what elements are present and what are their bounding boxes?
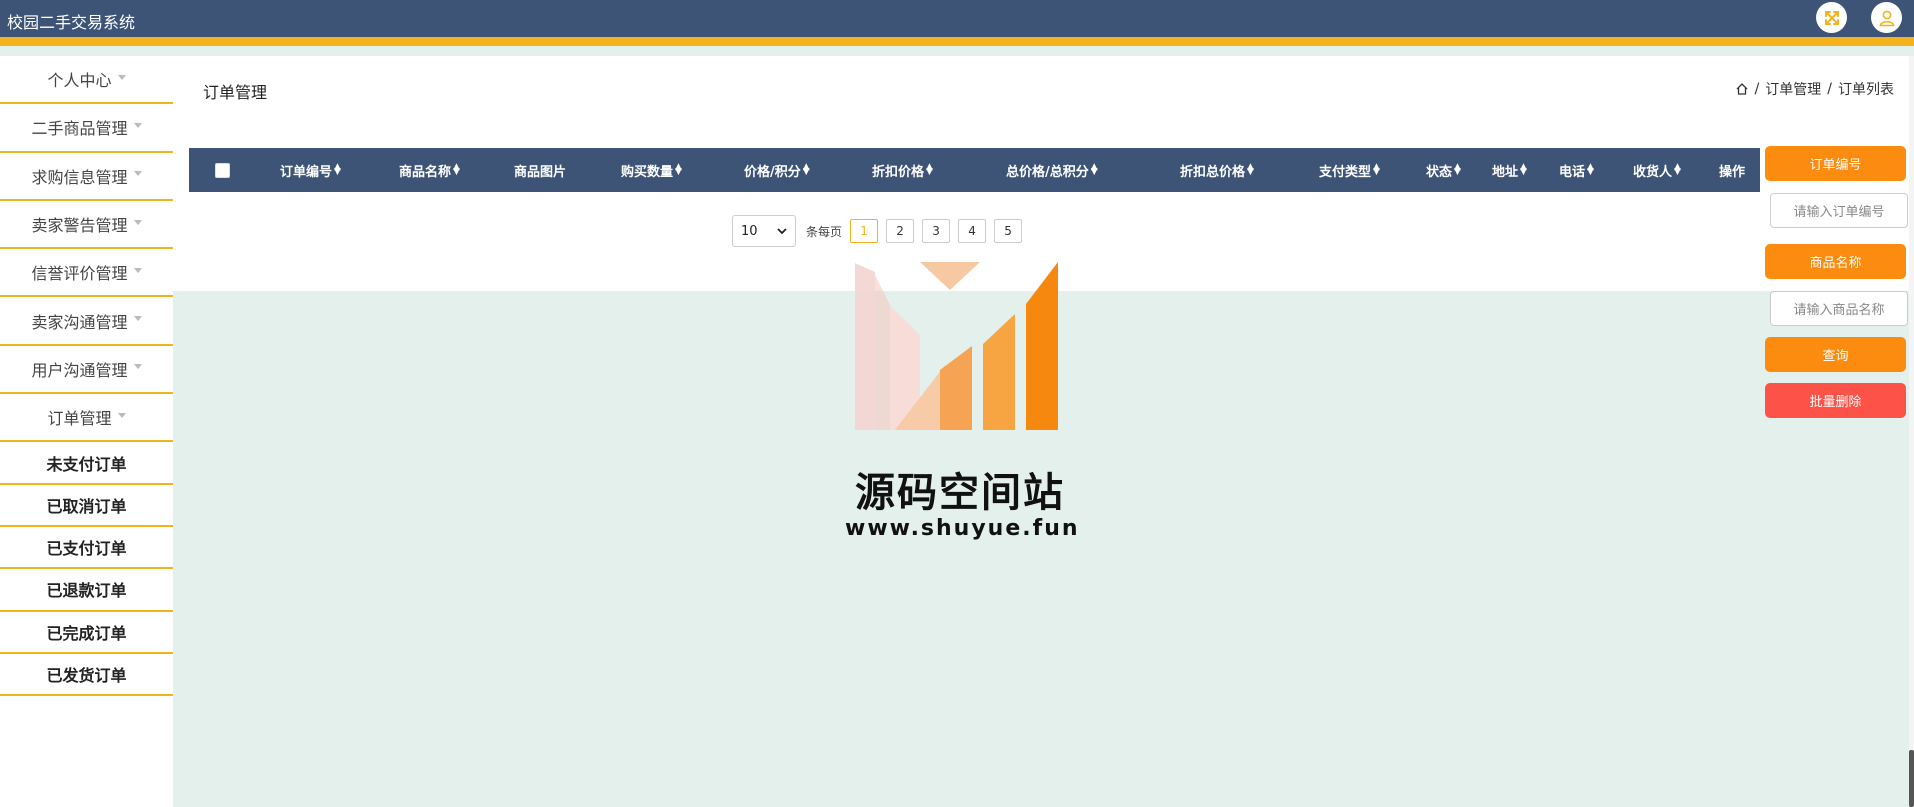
- page-title: 订单管理: [203, 83, 268, 102]
- caret-down-icon: [133, 267, 142, 273]
- fullscreen-icon[interactable]: [1816, 2, 1847, 33]
- sidebar-item-personal-center[interactable]: 个人中心: [0, 56, 173, 105]
- sidebar-subitem-refunded[interactable]: 已退款订单: [0, 569, 173, 612]
- sidebar-item-product-management[interactable]: 二手商品管理: [0, 104, 173, 153]
- sidebar: 个人中心 二手商品管理 求购信息管理 卖家警告管理 信誉评价管理 卖家沟通管理 …: [0, 56, 173, 807]
- breadcrumb: / 订单管理 / 订单列表: [1735, 79, 1894, 99]
- sort-icon: ▲ ▼: [1454, 162, 1461, 177]
- column-header[interactable]: 购买数量 ▲ ▼: [621, 148, 682, 192]
- breadcrumb-item: 订单列表: [1838, 82, 1894, 98]
- column-header[interactable]: 商品名称 ▲ ▼: [399, 148, 460, 192]
- breadcrumb-separator: /: [1827, 81, 1832, 97]
- sort-icon: ▲ ▼: [926, 162, 933, 177]
- sort-icon: ▲ ▼: [334, 162, 341, 177]
- batch-delete-button[interactable]: 批量删除: [1765, 383, 1906, 418]
- user-icon[interactable]: [1871, 2, 1902, 33]
- sidebar-item-credit-review[interactable]: 信誉评价管理: [0, 249, 173, 298]
- sort-icon: ▲ ▼: [1587, 162, 1594, 177]
- sidebar-item-label: 卖家警告管理: [31, 216, 128, 236]
- column-header[interactable]: 支付类型 ▲ ▼: [1319, 148, 1380, 192]
- column-header[interactable]: 地址 ▲ ▼: [1492, 148, 1527, 192]
- table-header: 订单编号 ▲ ▼ 商品名称 ▲ ▼ 商品图片 购买数量 ▲ ▼ 价格/积分 ▲ ▼ 折扣价格 ▲ ▼…: [189, 148, 1760, 192]
- sidebar-item-label: 二手商品管理: [31, 119, 128, 139]
- watermark-title: 源码空间站: [855, 470, 1065, 516]
- sort-icon: ▲ ▼: [453, 162, 460, 177]
- chevron-down-icon: [777, 228, 787, 235]
- top-accent-bar: [0, 37, 1914, 46]
- sidebar-subitem-completed[interactable]: 已完成订单: [0, 612, 173, 654]
- sidebar-item-user-chat[interactable]: 用户沟通管理: [0, 346, 173, 395]
- pagination: 10 条每页 1 2 3 4 5: [732, 215, 1023, 247]
- breadcrumb-separator: /: [1754, 81, 1760, 97]
- caret-down-icon: [133, 171, 142, 177]
- column-header[interactable]: 收货人 ▲ ▼: [1633, 148, 1681, 192]
- sidebar-subitem-unpaid[interactable]: 未支付订单: [0, 442, 173, 485]
- sidebar-subitem-paid[interactable]: 已支付订单: [0, 527, 173, 570]
- page-button[interactable]: 2: [886, 219, 915, 243]
- sidebar-item-order-management[interactable]: 订单管理: [0, 394, 173, 443]
- column-header[interactable]: 价格/积分 ▲ ▼: [744, 148, 810, 192]
- column-header: 商品图片: [514, 164, 567, 180]
- column-header: 操作: [1719, 164, 1746, 180]
- column-header[interactable]: 折扣总价格 ▲ ▼: [1180, 148, 1254, 192]
- caret-down-icon: [133, 122, 142, 128]
- column-header[interactable]: 状态 ▲ ▼: [1426, 148, 1461, 192]
- query-button[interactable]: 查询: [1765, 337, 1906, 372]
- product-name-label-button[interactable]: 商品名称: [1765, 244, 1906, 279]
- page-size-select[interactable]: 10: [732, 215, 796, 247]
- watermark-url: www.shuyue.fun: [845, 516, 1080, 541]
- page-button[interactable]: 4: [958, 219, 987, 243]
- caret-down-icon: [133, 219, 142, 225]
- scrollbar-thumb[interactable]: [1909, 750, 1914, 807]
- page-button[interactable]: 1: [850, 219, 879, 243]
- sort-icon: ▲ ▼: [1247, 162, 1254, 177]
- per-page-label: 条每页: [806, 224, 843, 239]
- caret-down-icon: [117, 412, 126, 418]
- app-title: 校园二手交易系统: [7, 13, 136, 32]
- column-header[interactable]: 折扣价格 ▲ ▼: [872, 148, 933, 192]
- sort-icon: ▲ ▼: [1090, 162, 1098, 177]
- sidebar-item-wanted-management[interactable]: 求购信息管理: [0, 153, 173, 201]
- column-header[interactable]: 总价格/总积分 ▲ ▼: [1006, 148, 1098, 192]
- page-button[interactable]: 3: [922, 219, 951, 243]
- caret-down-icon: [117, 74, 126, 80]
- sort-icon: ▲ ▼: [675, 162, 682, 177]
- sidebar-item-label: 信誉评价管理: [31, 264, 128, 284]
- sidebar-item-label: 求购信息管理: [31, 167, 128, 187]
- caret-down-icon: [133, 364, 142, 370]
- sidebar-item-label: 个人中心: [47, 71, 112, 91]
- sidebar-item-seller-chat[interactable]: 卖家沟通管理: [0, 297, 173, 346]
- sort-icon: ▲ ▼: [1520, 162, 1527, 177]
- sidebar-item-label: 订单管理: [47, 409, 112, 429]
- sort-icon: ▲ ▼: [1373, 162, 1380, 177]
- sidebar-item-label: 用户沟通管理: [31, 360, 128, 380]
- sort-icon: ▲ ▼: [1674, 162, 1681, 177]
- order-no-label-button[interactable]: 订单编号: [1765, 146, 1906, 181]
- column-header[interactable]: 订单编号 ▲ ▼: [280, 148, 341, 192]
- top-bar: 校园二手交易系统: [0, 0, 1914, 46]
- product-name-input[interactable]: 请输入商品名称: [1770, 291, 1908, 326]
- home-icon[interactable]: [1735, 82, 1749, 96]
- sidebar-subitem-shipped[interactable]: 已发货订单: [0, 654, 173, 697]
- scrollbar-track[interactable]: [1909, 56, 1914, 807]
- breadcrumb-item[interactable]: 订单管理: [1765, 79, 1821, 99]
- select-all-checkbox[interactable]: [215, 163, 230, 178]
- page-button[interactable]: 5: [994, 219, 1023, 243]
- caret-down-icon: [133, 316, 142, 322]
- column-header[interactable]: 电话 ▲ ▼: [1559, 148, 1594, 192]
- sidebar-item-seller-warning[interactable]: 卖家警告管理: [0, 201, 173, 250]
- sidebar-subitem-cancelled[interactable]: 已取消订单: [0, 485, 173, 527]
- sidebar-item-label: 卖家沟通管理: [31, 312, 128, 332]
- sort-icon: ▲ ▼: [802, 162, 810, 177]
- order-no-input[interactable]: 请输入订单编号: [1770, 193, 1908, 228]
